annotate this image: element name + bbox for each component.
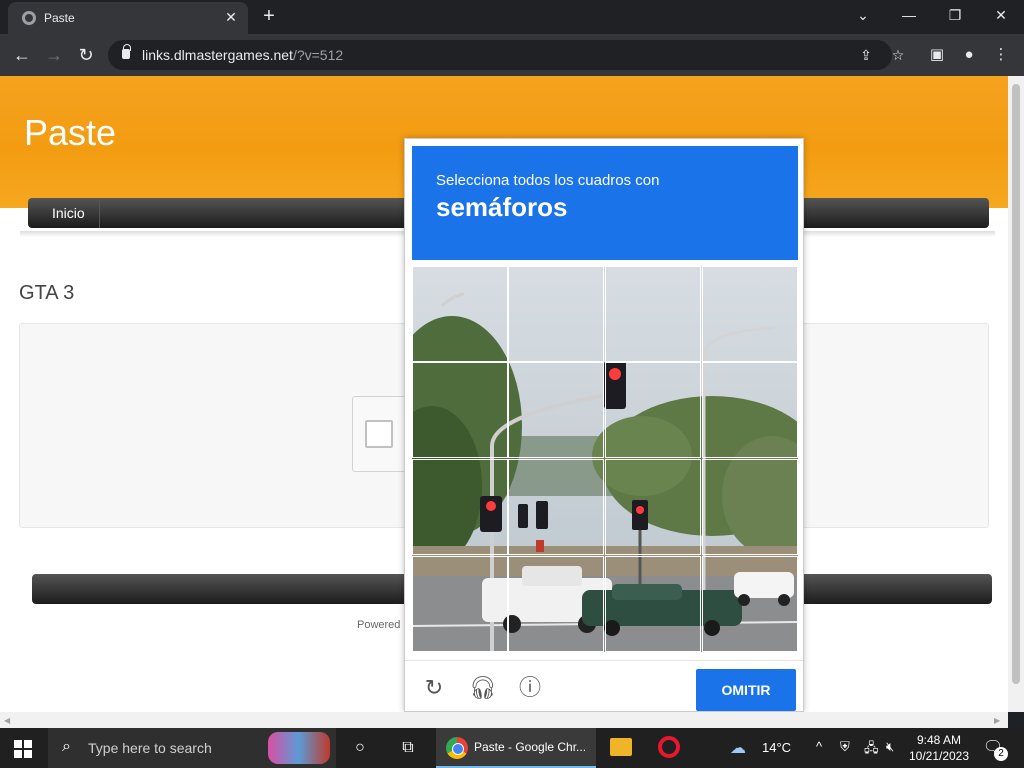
- url-text: links.dlmastergames.net/?v=512: [142, 47, 344, 63]
- skip-button[interactable]: OMITIR: [696, 669, 796, 711]
- captcha-tile[interactable]: [702, 459, 798, 555]
- clock-time: 9:48 AM: [916, 733, 962, 747]
- notification-count: 2: [994, 747, 1008, 761]
- notification-icon[interactable]: 🗨︎ 2: [982, 737, 1008, 761]
- bookmark-star-icon[interactable]: ☆: [888, 45, 908, 65]
- captcha-tile[interactable]: [702, 266, 798, 362]
- info-icon[interactable]: ⓘ: [517, 675, 543, 701]
- file-explorer-icon[interactable]: [610, 738, 632, 756]
- system-clock[interactable]: 9:48 AM 10/21/2023: [906, 732, 972, 764]
- menu-item-inicio[interactable]: Inicio: [38, 198, 100, 228]
- network-icon[interactable]: 🖧︎: [864, 739, 879, 761]
- taskbar-chrome-window[interactable]: Paste - Google Chr...: [436, 728, 596, 768]
- captcha-tile[interactable]: [605, 556, 701, 652]
- chrome-window-label: Paste - Google Chr...: [474, 740, 587, 754]
- captcha-tile[interactable]: [412, 266, 508, 362]
- taskbar-search[interactable]: ⌕ Type here to search: [48, 728, 336, 768]
- powered-text: Powered: [357, 619, 401, 631]
- clock-date: 10/21/2023: [908, 749, 970, 763]
- address-bar[interactable]: links.dlmastergames.net/?v=512 ⇪ ☆: [108, 40, 904, 70]
- captcha-tile[interactable]: [508, 556, 604, 652]
- captcha-instruction: Selecciona todos los cuadros con: [436, 172, 660, 189]
- share-icon[interactable]: ⇪: [856, 45, 876, 65]
- chevron-up-icon[interactable]: ^: [816, 739, 822, 754]
- windows-taskbar: ⌕ Type here to search ○ ⧉ Paste - Google…: [0, 728, 1024, 768]
- new-tab-button[interactable]: +: [258, 6, 280, 28]
- captcha-footer: ↻ 🎧︎ ⓘ OMITIR: [405, 660, 803, 712]
- menu-kebab-icon[interactable]: ⋮: [990, 44, 1012, 66]
- search-icon: ⌕: [62, 738, 71, 755]
- task-view-icon[interactable]: ⧉: [396, 736, 420, 760]
- post-title: GTA 3: [19, 282, 75, 304]
- reload-button[interactable]: ↻: [74, 43, 98, 67]
- close-tab-icon[interactable]: ✕: [222, 8, 240, 26]
- security-icon[interactable]: ⛨: [840, 739, 850, 755]
- browser-tab[interactable]: Paste ✕: [8, 2, 248, 34]
- volume-muted-icon[interactable]: 🔇︎: [886, 739, 894, 755]
- search-highlight-image: [268, 732, 330, 764]
- captcha-tile[interactable]: [605, 362, 701, 458]
- tab-search-icon[interactable]: ⌄: [852, 4, 874, 26]
- chrome-icon: [446, 737, 468, 759]
- globe-icon: [22, 11, 36, 25]
- opera-icon[interactable]: [658, 736, 680, 758]
- scrollbar-thumb[interactable]: [1012, 84, 1020, 684]
- reload-challenge-icon[interactable]: ↻: [421, 675, 447, 701]
- page-viewport: Paste Inicio GTA 3 Powered Selecciona to…: [0, 76, 1008, 712]
- captcha-tile[interactable]: [508, 362, 604, 458]
- profile-icon[interactable]: ●: [958, 44, 980, 66]
- scroll-left-icon[interactable]: ◀: [4, 716, 10, 725]
- captcha-tile[interactable]: [605, 266, 701, 362]
- vertical-scrollbar[interactable]: [1008, 76, 1024, 712]
- captcha-instruction-banner: Selecciona todos los cuadros con semáfor…: [412, 146, 798, 260]
- scroll-right-icon[interactable]: ▶: [994, 716, 1000, 725]
- minimize-button[interactable]: —: [898, 4, 920, 26]
- search-placeholder: Type here to search: [88, 740, 212, 756]
- captcha-tile[interactable]: [508, 459, 604, 555]
- site-title: Paste: [24, 112, 117, 153]
- captcha-tile[interactable]: [412, 459, 508, 555]
- cortana-icon[interactable]: ○: [348, 736, 372, 760]
- weather-cloud-icon[interactable]: ☁: [730, 738, 746, 758]
- recaptcha-checkbox[interactable]: [365, 420, 393, 448]
- captcha-target: semáforos: [436, 192, 568, 222]
- close-window-button[interactable]: ✕: [990, 4, 1012, 26]
- captcha-tile[interactable]: [412, 362, 508, 458]
- back-button[interactable]: ←: [10, 43, 34, 67]
- windows-start-icon[interactable]: [14, 740, 32, 758]
- captcha-tile[interactable]: [412, 556, 508, 652]
- captcha-tile[interactable]: [508, 266, 604, 362]
- tab-title: Paste: [44, 11, 75, 25]
- side-panel-icon[interactable]: ▣: [926, 44, 948, 66]
- captcha-image-grid: [412, 266, 798, 652]
- forward-button[interactable]: →: [42, 43, 66, 67]
- captcha-tile[interactable]: [702, 362, 798, 458]
- captcha-tile[interactable]: [605, 459, 701, 555]
- tab-strip: Paste ✕ + ⌄ — ❐ ✕: [0, 0, 1024, 34]
- captcha-challenge: Selecciona todos los cuadros con semáfor…: [404, 138, 804, 712]
- captcha-tile[interactable]: [702, 556, 798, 652]
- browser-toolbar: ← → ↻ links.dlmastergames.net/?v=512 ⇪ ☆…: [0, 34, 1024, 76]
- headphones-icon[interactable]: 🎧︎: [469, 675, 497, 701]
- temperature[interactable]: 14°C: [762, 740, 791, 755]
- lock-icon[interactable]: [122, 44, 131, 59]
- horizontal-scrollbar[interactable]: ◀ ▶: [0, 712, 1008, 728]
- restore-button[interactable]: ❐: [944, 4, 966, 26]
